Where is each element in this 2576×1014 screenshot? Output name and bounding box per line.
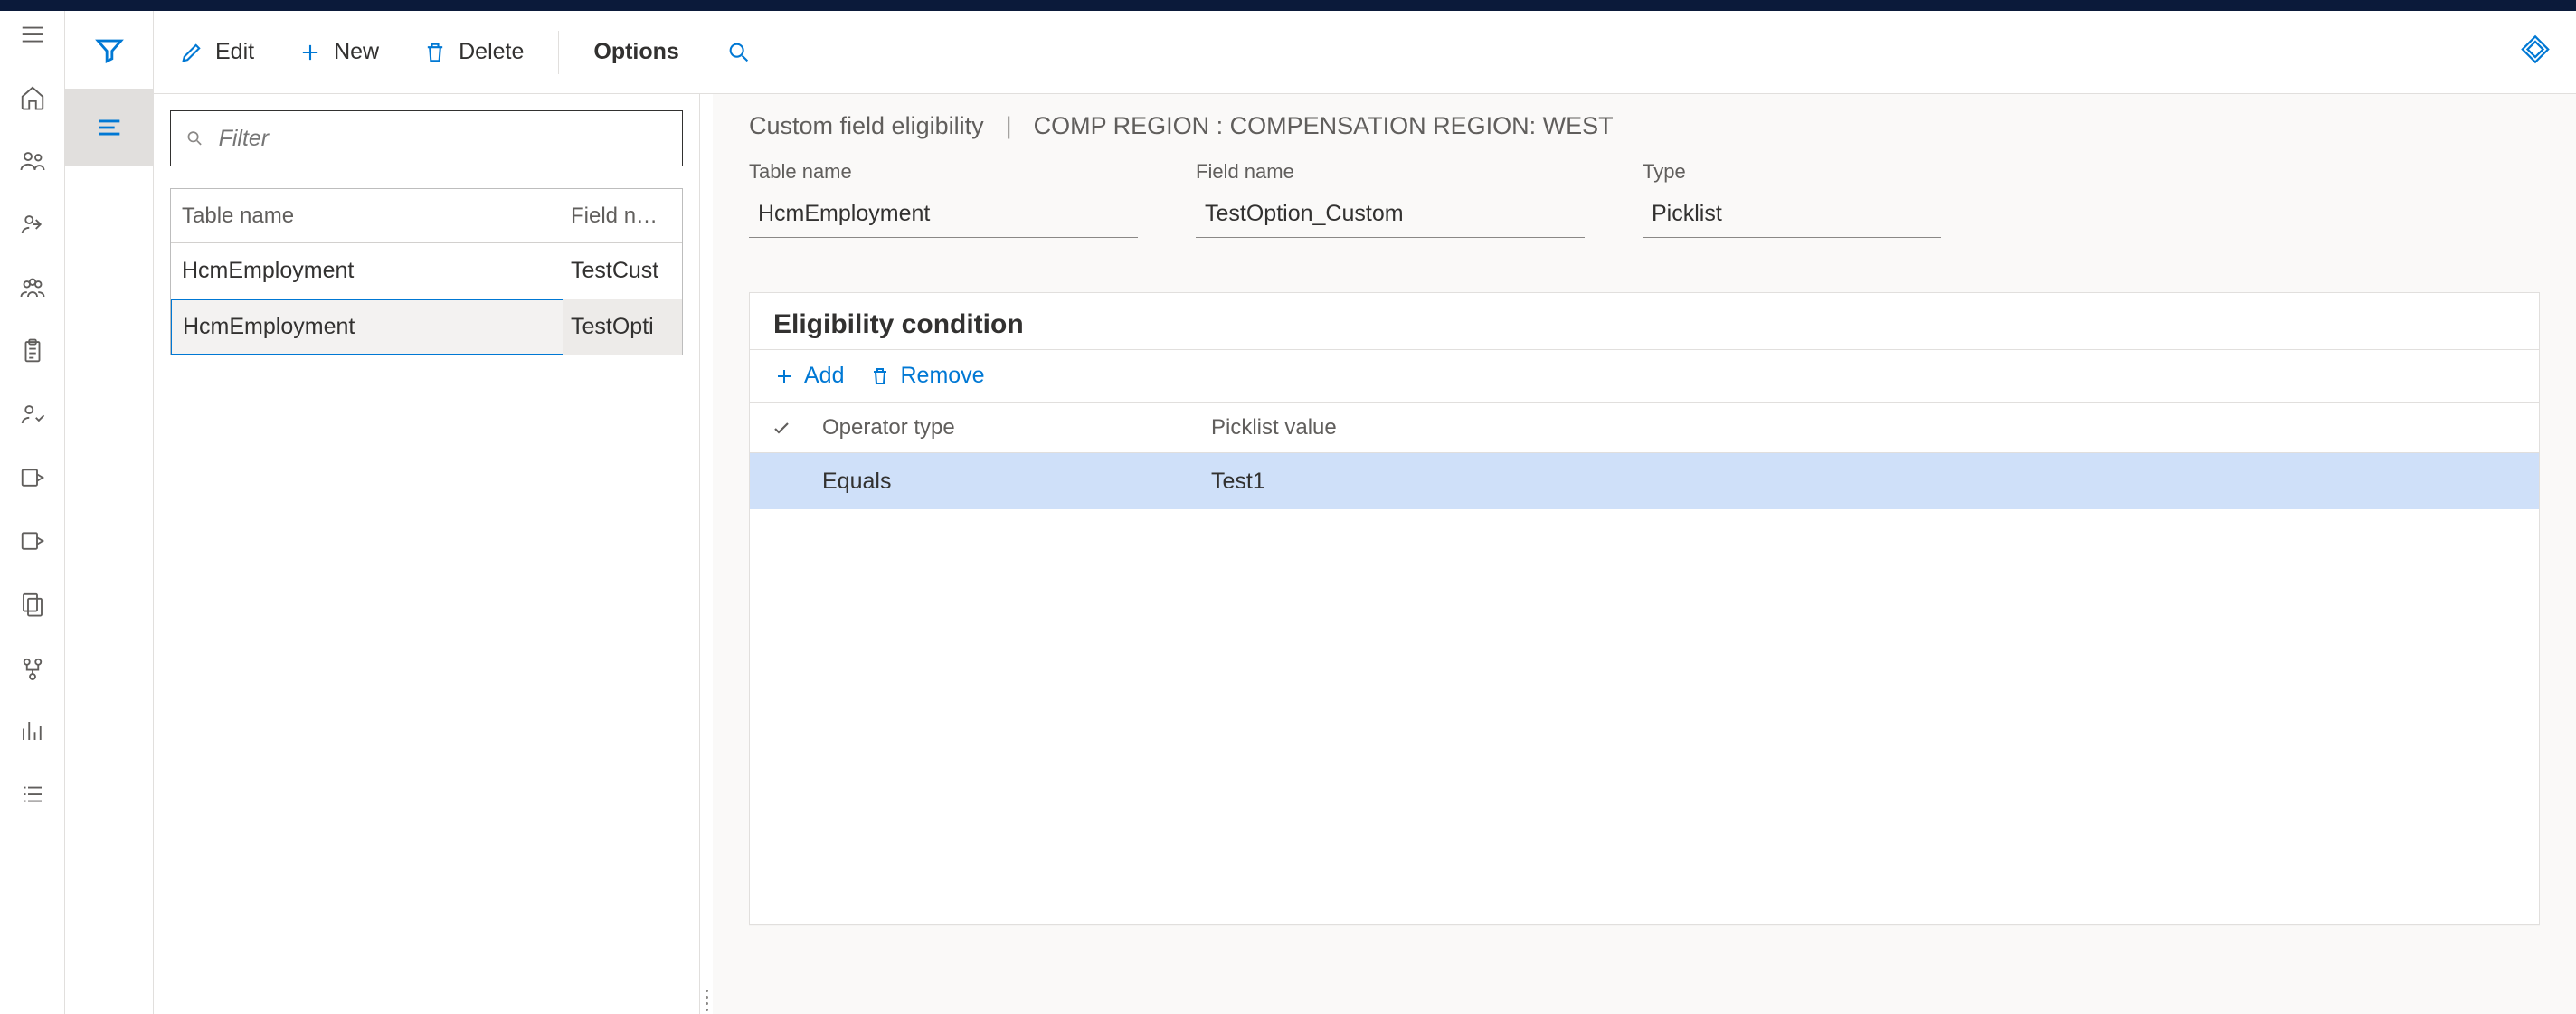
app-diamond-icon[interactable]	[2520, 33, 2551, 71]
breadcrumb-title: Custom field eligibility	[749, 112, 984, 140]
detail-panel: Custom field eligibility | COMP REGION :…	[713, 94, 2576, 1014]
section-title: Eligibility condition	[750, 293, 2539, 350]
col-picklist[interactable]: Picklist value	[1202, 415, 1591, 441]
export-icon[interactable]	[18, 463, 47, 492]
person-assign-icon[interactable]	[18, 210, 47, 239]
cell-table: HcmEmployment	[171, 299, 564, 355]
cell-table: HcmEmployment	[171, 258, 564, 284]
grid-header: Operator type Picklist value	[750, 403, 2539, 453]
breadcrumb-sep: |	[1006, 112, 1012, 140]
eligibility-section: Eligibility condition Add Remove	[749, 292, 2540, 925]
command-bar: Edit New Delete Options	[154, 11, 2576, 94]
divider	[558, 31, 559, 74]
org-icon[interactable]	[18, 653, 47, 682]
check-icon	[771, 417, 792, 439]
plus-icon	[773, 365, 795, 387]
people-icon[interactable]	[18, 147, 47, 175]
condition-grid: Operator type Picklist value Equals Test…	[750, 403, 2539, 509]
grid-row[interactable]: Equals Test1	[750, 453, 2539, 509]
field-label: Field name	[1196, 160, 1585, 184]
secondary-rail	[65, 11, 154, 1014]
breadcrumb-context: COMP REGION : COMPENSATION REGION: WEST	[1034, 112, 1614, 140]
person-check-icon[interactable]	[18, 400, 47, 429]
delete-label: Delete	[459, 39, 524, 65]
type-input[interactable]: Picklist	[1643, 191, 1941, 238]
col-select[interactable]	[750, 417, 813, 439]
form-row: Table name HcmEmployment Field name Test…	[749, 160, 2540, 238]
add-button[interactable]: Add	[773, 363, 844, 389]
field-field-name: Field name TestOption_Custom	[1196, 160, 1585, 238]
lines-icon[interactable]	[65, 89, 154, 166]
search-button[interactable]	[717, 11, 761, 93]
documents-icon[interactable]	[18, 590, 47, 619]
team-icon[interactable]	[18, 273, 47, 302]
cell-field: TestCust	[564, 258, 682, 284]
list-grid: Table name Field n… HcmEmployment TestCu…	[170, 188, 683, 355]
list-panel: Table name Field n… HcmEmployment TestCu…	[154, 94, 700, 1014]
options-label: Options	[593, 39, 678, 65]
section-toolbar: Add Remove	[750, 350, 2539, 403]
field-table-name: Table name HcmEmployment	[749, 160, 1138, 238]
list-row[interactable]: HcmEmployment TestCust	[171, 243, 682, 299]
table-name-input[interactable]: HcmEmployment	[749, 191, 1138, 238]
nav-rail	[0, 11, 65, 1014]
trash-icon	[869, 365, 891, 387]
field-type: Type Picklist	[1643, 160, 1941, 238]
field-label: Type	[1643, 160, 1941, 184]
list-row[interactable]: HcmEmployment TestOpti	[171, 299, 682, 355]
edit-label: Edit	[215, 39, 254, 65]
options-button[interactable]: Options	[584, 11, 687, 93]
home-icon[interactable]	[18, 83, 47, 112]
new-button[interactable]: New	[289, 11, 388, 93]
col-field-name[interactable]: Field n…	[564, 204, 682, 229]
list-header: Table name Field n…	[171, 189, 682, 243]
field-label: Table name	[749, 160, 1138, 184]
remove-button[interactable]: Remove	[869, 363, 984, 389]
edit-button[interactable]: Edit	[170, 11, 263, 93]
breadcrumb: Custom field eligibility | COMP REGION :…	[749, 112, 2540, 140]
remove-label: Remove	[900, 363, 984, 389]
cell-field: TestOpti	[564, 299, 682, 355]
filter-icon[interactable]	[65, 11, 154, 89]
filter-input[interactable]	[217, 125, 668, 153]
col-operator[interactable]: Operator type	[813, 415, 1202, 441]
splitter-handle[interactable]	[700, 94, 713, 1014]
col-table-name[interactable]: Table name	[171, 204, 564, 229]
hamburger-icon[interactable]	[18, 20, 47, 49]
chart-icon[interactable]	[18, 716, 47, 745]
new-label: New	[334, 39, 379, 65]
export2-icon[interactable]	[18, 526, 47, 555]
clipboard-icon[interactable]	[18, 336, 47, 365]
filter-box[interactable]	[170, 110, 683, 166]
cell-operator: Equals	[813, 469, 1202, 495]
field-name-input[interactable]: TestOption_Custom	[1196, 191, 1585, 238]
cell-value: Test1	[1202, 469, 1591, 495]
add-label: Add	[804, 363, 844, 389]
search-icon	[185, 128, 204, 148]
list-icon[interactable]	[18, 780, 47, 809]
titlebar-dark	[0, 0, 2576, 11]
delete-button[interactable]: Delete	[413, 11, 533, 93]
